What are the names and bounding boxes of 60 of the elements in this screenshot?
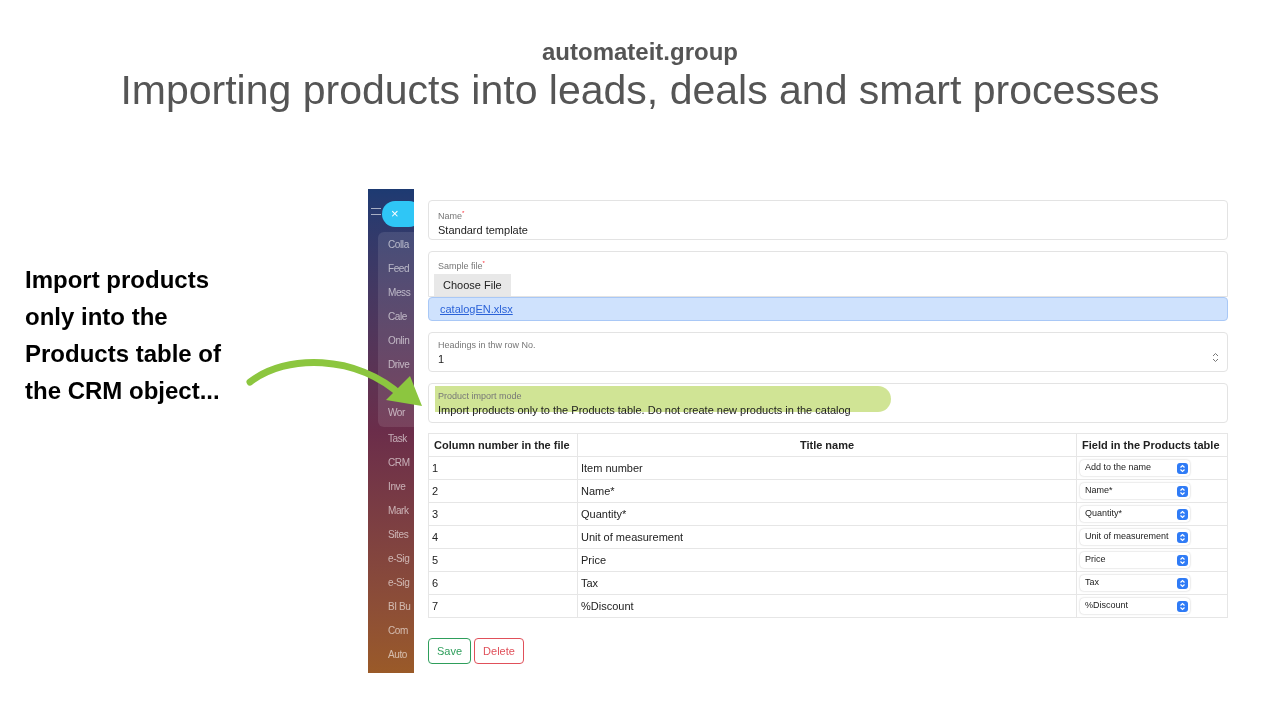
- sidebar-item[interactable]: Onlin: [388, 335, 410, 346]
- save-button[interactable]: Save: [428, 638, 472, 664]
- table-cell: 2: [428, 479, 578, 503]
- stepper-icon: [1177, 531, 1188, 543]
- delete-button[interactable]: Delete: [474, 638, 524, 664]
- table-cell: 4: [428, 525, 578, 549]
- callout-text: Import products only into the Products table of the CRM object...: [25, 265, 223, 406]
- choose-file-button[interactable]: Choose File: [434, 274, 511, 297]
- table-cell: 6: [428, 571, 578, 595]
- sidebar-item[interactable]: Sites: [388, 529, 409, 540]
- sidebar-item[interactable]: BI Bu: [388, 601, 411, 612]
- site-name: automateit.group: [542, 38, 738, 66]
- field-label: Product import mode: [438, 390, 523, 402]
- table-cell: Item number: [577, 456, 1077, 480]
- stepper-icon: [1177, 600, 1188, 612]
- sidebar-item[interactable]: Feed: [388, 263, 410, 274]
- table-cell: Tax: [577, 571, 1077, 595]
- menu-icon: [371, 208, 381, 215]
- table-cell: 3: [428, 502, 578, 526]
- sidebar-item[interactable]: e-Sig: [388, 553, 410, 564]
- sidebar-item[interactable]: Cale: [388, 311, 407, 322]
- stepper-icon: [1177, 577, 1188, 589]
- sidebar-item[interactable]: Mark: [388, 505, 409, 516]
- sidebar-item[interactable]: Task: [388, 433, 407, 444]
- table-cell: Quantity*: [577, 502, 1077, 526]
- column-header: Title name: [577, 433, 1077, 457]
- column-header: Field in the Products table: [1076, 433, 1228, 457]
- field-value: Standard template: [438, 223, 529, 238]
- name-field[interactable]: Name$^{*}$ Standard template: [428, 200, 1228, 240]
- sidebar-item[interactable]: Auto: [388, 649, 407, 660]
- sidebar-item[interactable]: Colla: [388, 239, 409, 250]
- field-label: Sample file$^{*}$: [438, 259, 486, 272]
- stepper-icon: [1177, 554, 1188, 566]
- sidebar-item[interactable]: Mess: [388, 287, 411, 298]
- sidebar-item[interactable]: Wor: [388, 407, 405, 418]
- stepper-icon: [1177, 508, 1188, 520]
- field-label: Headings in thw row No.: [438, 339, 537, 351]
- slide-title: Importing products into leads, deals and smart processes: [120, 66, 1160, 114]
- spinner-icon: [1212, 352, 1219, 363]
- sidebar-item[interactable]: e-Sig: [388, 577, 410, 588]
- sidebar-item[interactable]: Drive: [388, 359, 410, 370]
- table-cell: Price: [577, 548, 1077, 572]
- file-link[interactable]: catalogEN.xlsx: [440, 300, 513, 318]
- table-cell: %Discount: [577, 594, 1077, 618]
- headings-row-field[interactable]: Headings in thw row No. 1: [428, 332, 1228, 372]
- table-cell: 1: [428, 456, 578, 480]
- sidebar-item[interactable]: CRM: [388, 457, 410, 468]
- import-mode-field[interactable]: Product import mode Import products only to the Products table. Do not create new products in the catalog: [428, 383, 1228, 423]
- table-cell: Unit of measurement: [577, 525, 1077, 549]
- column-header: Column number in the file: [428, 433, 578, 457]
- field-value: Import products only to the Products table. Do not create new products in the catalog: [438, 403, 852, 418]
- table-cell: 5: [428, 548, 578, 572]
- sidebar-item[interactable]: Inve: [388, 481, 406, 492]
- sidebar-item[interactable]: Com: [388, 625, 408, 636]
- field-label: Name$^{*}$: [438, 209, 466, 222]
- stepper-icon: [1177, 462, 1188, 474]
- field-value: 1: [438, 352, 445, 367]
- table-cell: 7: [428, 594, 578, 618]
- stepper-icon: [1177, 485, 1188, 497]
- table-cell: Name*: [577, 479, 1077, 503]
